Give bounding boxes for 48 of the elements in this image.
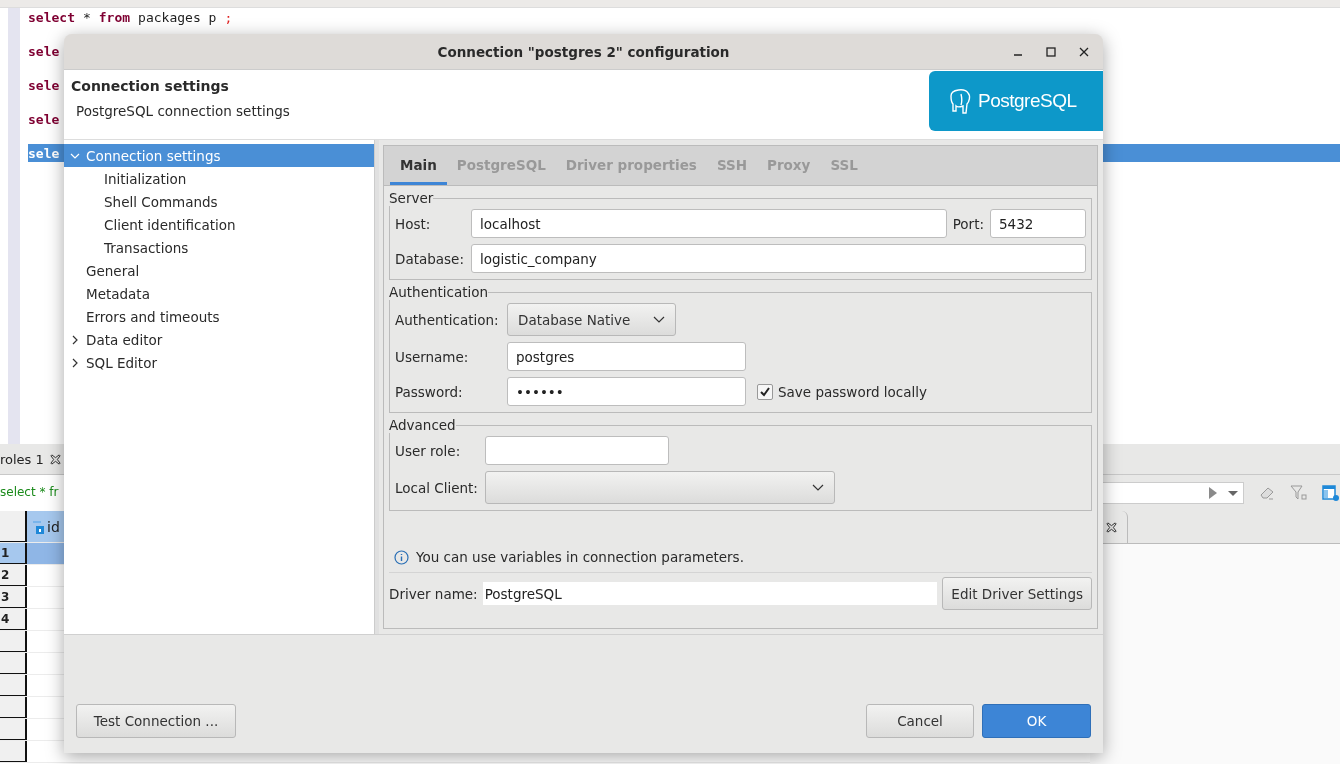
database-field[interactable]: logistic_company — [471, 244, 1086, 273]
tree-item[interactable]: Metadata — [64, 282, 374, 305]
field-label: Database: — [395, 250, 465, 267]
port-field[interactable]: 5432 — [990, 209, 1086, 238]
section-title: Server — [389, 190, 434, 206]
tree-item[interactable]: Transactions — [64, 236, 374, 259]
tab[interactable]: Main — [390, 157, 447, 185]
ok-button[interactable]: OK — [982, 704, 1091, 738]
logo-text: PostgreSQL — [978, 90, 1077, 112]
tree-item[interactable]: Errors and timeouts — [64, 305, 374, 328]
row-number[interactable]: 2 — [0, 565, 27, 586]
field-label: Driver name: — [389, 585, 478, 602]
password-field[interactable]: •••••• — [507, 377, 746, 406]
section-title: Authentication — [389, 284, 489, 300]
field-label: Authentication: — [395, 311, 500, 328]
tree-item[interactable]: Initialization — [64, 167, 374, 190]
info-text: You can use variables in connection parameters. — [416, 549, 744, 565]
row-number[interactable]: 4 — [0, 609, 27, 630]
tree-item[interactable]: Data editor — [64, 328, 374, 351]
results-tab[interactable]: roles 1 — [0, 451, 61, 467]
tree-item[interactable]: Client identification — [64, 213, 374, 236]
field-label: User role: — [395, 442, 462, 459]
row-number[interactable]: 3 — [0, 587, 27, 608]
tree-item[interactable]: General — [64, 259, 374, 282]
cancel-button[interactable]: Cancel — [866, 704, 974, 738]
field-label: Port: — [952, 215, 984, 232]
row-number[interactable]: 1 — [0, 543, 27, 564]
code-line: sele — [28, 110, 60, 128]
host-field[interactable]: localhost — [471, 209, 947, 238]
window-title: Connection "postgres 2" configuration — [437, 43, 730, 60]
field-label: Local Client: — [395, 479, 479, 496]
code-line: sele — [28, 76, 60, 94]
code-line: select * from packages p ; — [28, 8, 233, 26]
tree-item[interactable]: Shell Commands — [64, 190, 374, 213]
field-label: Host: — [395, 215, 432, 232]
page-subtitle: PostgreSQL connection settings — [75, 103, 290, 119]
username-field[interactable]: postgres — [507, 342, 746, 371]
driver-name-field[interactable]: PostgreSQL — [482, 582, 938, 605]
edit-driver-settings-button[interactable]: Edit Driver Settings — [942, 577, 1092, 610]
code-line: sele — [28, 42, 60, 60]
authentication-dropdown[interactable]: Database Native — [507, 303, 676, 336]
page-title: Connection settings — [71, 78, 230, 94]
tree-item[interactable]: SQL Editor — [64, 351, 374, 374]
field-label: Username: — [395, 348, 470, 365]
checkbox-label[interactable]: Save password locally — [778, 383, 927, 400]
section-title: Advanced — [389, 417, 456, 433]
field-label: Password: — [395, 383, 464, 400]
test-connection-button[interactable]: Test Connection ... — [76, 704, 236, 738]
